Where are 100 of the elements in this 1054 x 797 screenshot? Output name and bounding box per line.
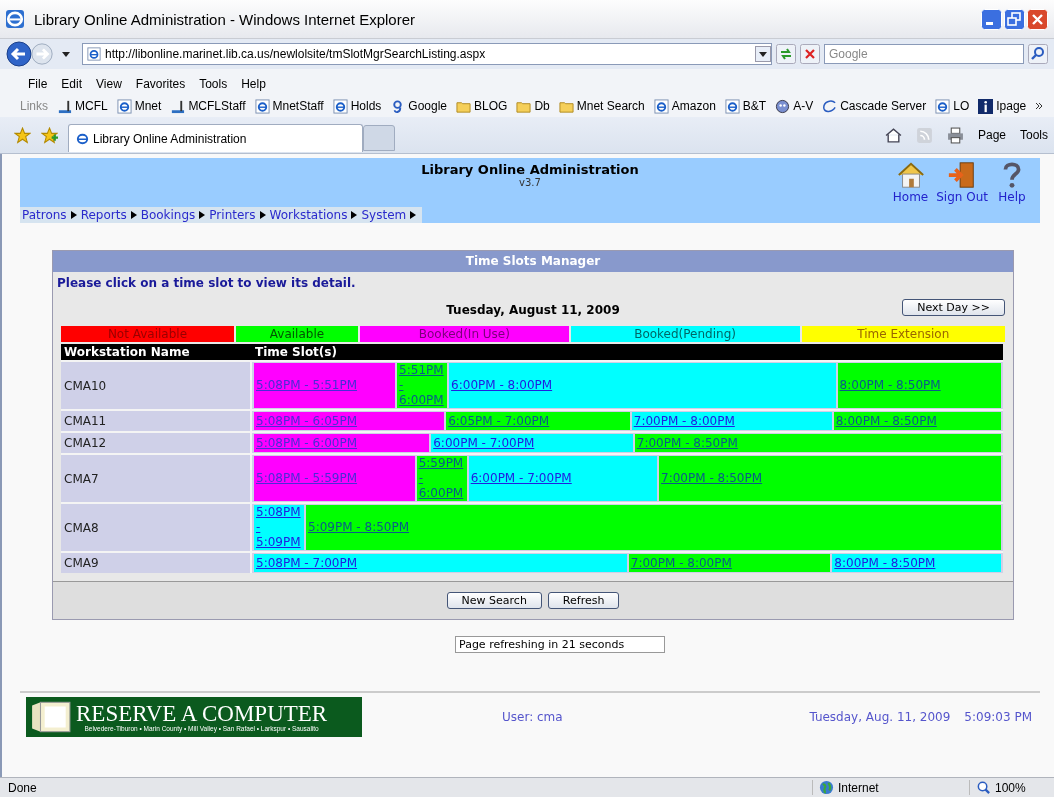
globe-icon (819, 780, 834, 795)
link-item[interactable]: Ipage (978, 98, 1027, 114)
address-field[interactable]: http://libonline.marinet.lib.ca.us/newlolsite/tmSlotMgrSearchListing.aspx (82, 43, 772, 65)
app-title: Library Online Administration (421, 162, 639, 177)
header-action-link[interactable]: Sign Out (936, 160, 988, 204)
home-icon[interactable] (884, 126, 902, 144)
nav-menu-item[interactable]: Patrons (22, 208, 77, 222)
link-item[interactable]: B&T (724, 98, 767, 114)
nav-menu-item[interactable]: Reports (80, 208, 137, 222)
legend-item: Booked(In Use) (360, 326, 569, 342)
next-day-button[interactable]: Next Day >> (902, 299, 1005, 316)
nav-menu-item[interactable]: System (361, 208, 417, 222)
time-slot-link[interactable]: 8:00PM - 8:50PM (837, 363, 1001, 408)
link-item[interactable]: BLOG (456, 98, 508, 114)
zoom-level-button[interactable]: 100% (969, 780, 1046, 795)
command-button[interactable]: Tools (1020, 128, 1048, 142)
time-slot-link[interactable]: 5:59PM - 6:00PM (416, 456, 467, 501)
time-slot-link[interactable]: 6:00PM - 7:00PM (468, 456, 658, 501)
magnifier-icon (976, 780, 991, 795)
dropdown-icon[interactable] (755, 45, 771, 63)
triangle-icon (130, 211, 137, 219)
time-slot-link[interactable]: 5:51PM - 6:00PM (397, 363, 448, 408)
favorites-star-icon[interactable] (14, 126, 31, 144)
nav-menu-item[interactable]: Printers (209, 208, 266, 222)
date-label: Tuesday, Aug. 11, 2009 (809, 710, 951, 724)
time-slot-link[interactable]: 8:00PM - 8:50PM (833, 412, 1001, 430)
legend-item: Time Extension (801, 326, 1005, 342)
column-header: Time Slot(s) (255, 344, 337, 360)
web-page-icon (935, 98, 951, 114)
minimize-icon[interactable] (981, 8, 1002, 30)
web-page-icon (332, 98, 348, 114)
time-slot-link[interactable]: 5:09PM - 8:50PM (306, 505, 1001, 550)
browser-tab[interactable]: Library Online Administration (68, 124, 363, 152)
triangle-icon (259, 211, 266, 219)
web-page-icon (75, 131, 90, 146)
menu-item[interactable]: View (96, 77, 122, 91)
nav-menu-item[interactable]: Bookings (140, 208, 206, 222)
legend-item: Not Available (61, 326, 234, 342)
links-label: Links (20, 99, 48, 113)
time-label: 5:09:03 PM (964, 710, 1032, 724)
instruction-text: Please click on a time slot to view its detail. (56, 275, 357, 290)
add-favorite-icon[interactable] (41, 126, 58, 144)
time-slot-link[interactable]: 6:00PM - 8:00PM (449, 363, 836, 408)
stop-icon[interactable] (800, 44, 820, 64)
web-page-icon (724, 98, 740, 114)
header-action-link[interactable]: Home (892, 160, 929, 204)
globe-icon (775, 98, 791, 114)
time-slot-link[interactable]: 7:00PM - 8:00PM (628, 554, 831, 572)
link-item[interactable]: A-V (775, 98, 814, 114)
bar-link-icon (170, 98, 186, 114)
window-title: Library Online Administration - Windows Internet Explorer (34, 10, 416, 28)
action-button[interactable]: Refresh (547, 592, 620, 609)
link-item[interactable]: MCFL (57, 98, 108, 114)
back-icon[interactable] (6, 41, 32, 67)
page-icon (87, 47, 101, 61)
web-page-icon (653, 98, 669, 114)
header-action-link[interactable]: Help (996, 160, 1028, 204)
user-label: User: cma (502, 710, 563, 724)
menu-item[interactable]: Help (241, 77, 266, 91)
restore-icon[interactable] (1004, 8, 1025, 30)
menu-item[interactable]: Favorites (135, 77, 186, 91)
panel-title: Time Slots Manager (53, 251, 1013, 272)
search-icon[interactable] (1028, 44, 1048, 64)
time-slot-link[interactable]: 6:05PM - 7:00PM (446, 412, 630, 430)
time-slot-link[interactable]: 8:00PM - 8:50PM (832, 554, 1001, 572)
link-item[interactable]: Amazon (653, 98, 716, 114)
action-button[interactable]: New Search (446, 592, 542, 609)
link-item[interactable]: Holds (332, 98, 382, 114)
time-slot-link[interactable]: 6:00PM - 7:00PM (431, 434, 633, 452)
time-slot-link[interactable]: 5:08PM - 5:09PM (254, 505, 304, 550)
more-links-icon[interactable] (1035, 102, 1044, 110)
link-item[interactable]: Db (516, 98, 550, 114)
link-item[interactable]: Mnet (116, 98, 162, 114)
triangle-icon (410, 211, 417, 219)
time-slot-link[interactable]: 7:00PM - 8:00PM (631, 412, 832, 430)
triangle-icon (351, 211, 358, 219)
nav-menu-item[interactable]: Workstations (269, 208, 358, 222)
menu-item[interactable]: Edit (61, 77, 83, 91)
menu-item[interactable]: File (28, 77, 48, 91)
search-field[interactable]: Google (824, 44, 1024, 64)
menu-item[interactable]: Tools (199, 77, 228, 91)
legend-item: Booked(Pending) (570, 326, 800, 342)
time-slot-link[interactable]: 7:00PM - 8:50PM (659, 456, 1001, 501)
swirl-icon (822, 98, 838, 114)
link-item[interactable]: MnetStaff (254, 98, 324, 114)
close-icon[interactable] (1027, 8, 1048, 30)
command-button[interactable]: Page (977, 128, 1006, 142)
time-slot-link[interactable]: 5:08PM - 7:00PM (254, 554, 627, 572)
security-zone-label: Internet (812, 780, 969, 795)
caret-icon[interactable] (62, 51, 70, 57)
link-item[interactable]: LO (935, 98, 970, 114)
time-slot-link[interactable]: 7:00PM - 8:50PM (634, 434, 1001, 452)
column-header: Workstation Name (63, 344, 191, 360)
print-icon[interactable] (946, 126, 964, 144)
link-item[interactable]: Cascade Server (822, 98, 927, 114)
bar-link-icon (57, 98, 72, 114)
link-item[interactable]: MCFLStaff (170, 98, 246, 114)
link-item[interactable]: Mnet Search (558, 98, 645, 114)
link-item[interactable]: Google (390, 98, 448, 114)
refresh-icon[interactable] (776, 44, 796, 64)
